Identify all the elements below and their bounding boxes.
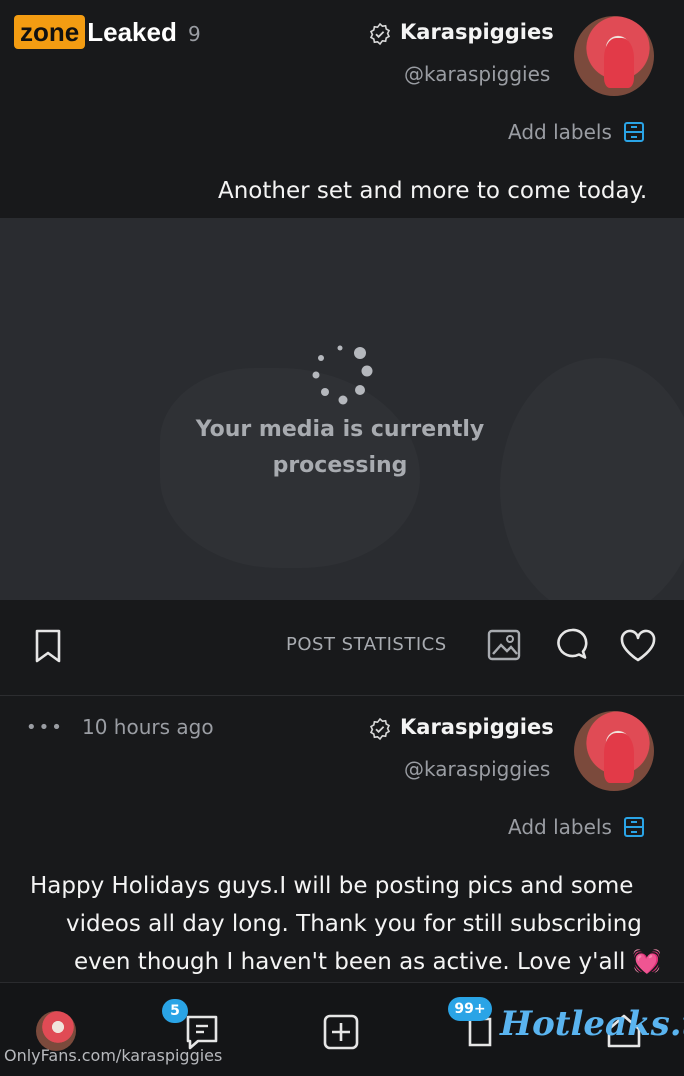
comment-icon[interactable] bbox=[554, 626, 590, 664]
add-labels-button[interactable]: Add labels bbox=[508, 120, 646, 144]
creator-name[interactable]: Karaspiggies bbox=[400, 20, 554, 44]
messages-badge: 5 bbox=[162, 999, 188, 1023]
creator-handle[interactable]: @karaspiggies bbox=[404, 757, 550, 781]
post-time: 10 hours ago bbox=[82, 715, 214, 739]
creator-handle[interactable]: @karaspiggies bbox=[404, 62, 550, 86]
processing-line-1: Your media is currently bbox=[195, 417, 485, 442]
leakedzone-watermark: zone Leaked bbox=[14, 14, 177, 50]
post-text-line-1: Happy Holidays guys.I will be posting pi… bbox=[30, 873, 634, 899]
like-heart-icon[interactable] bbox=[618, 628, 658, 664]
notifications-badge: 99+ bbox=[448, 997, 492, 1021]
watermark-part: Leaked bbox=[87, 16, 177, 47]
verified-icon bbox=[369, 717, 391, 741]
profile-avatar-nav[interactable] bbox=[36, 1011, 76, 1051]
post-text: Another set and more to come today. bbox=[218, 178, 648, 204]
labels-icon bbox=[623, 817, 644, 837]
image-stats-icon[interactable] bbox=[486, 628, 522, 662]
add-labels-text: Add labels bbox=[508, 815, 612, 839]
processing-line-2: processing bbox=[272, 453, 408, 478]
media-bg-shape bbox=[500, 358, 684, 600]
more-options-button[interactable]: ••• bbox=[26, 717, 64, 738]
labels-icon bbox=[623, 122, 644, 142]
post-text-line-3: even though I haven't been as active. Lo… bbox=[74, 949, 662, 975]
loading-spinner-icon bbox=[312, 345, 373, 405]
creator-name[interactable]: Karaspiggies bbox=[400, 715, 554, 739]
processing-message: Your media is currently processing bbox=[190, 412, 490, 484]
bookmark-icon[interactable] bbox=[32, 628, 64, 664]
add-labels-button[interactable]: Add labels bbox=[508, 815, 646, 839]
verified-icon bbox=[369, 22, 391, 46]
hotleaks-watermark: Hotleaks.tv bbox=[500, 1004, 684, 1044]
post-statistics-button[interactable]: POST STATISTICS bbox=[286, 634, 447, 655]
avatar[interactable] bbox=[574, 16, 654, 96]
onlyfans-url-watermark: OnlyFans.com/karaspiggies bbox=[4, 1046, 223, 1065]
post-2: Karaspiggies 10 hours ago ••• @karaspigg… bbox=[0, 697, 684, 982]
watermark-part: zone bbox=[14, 15, 86, 49]
post-text-line-2: videos all day long. Thank you for still… bbox=[66, 911, 642, 937]
avatar[interactable] bbox=[574, 711, 654, 791]
add-post-icon[interactable] bbox=[322, 1013, 360, 1051]
add-labels-text: Add labels bbox=[508, 120, 612, 144]
post-actions-bar: POST STATISTICS bbox=[0, 600, 684, 696]
post-time: 9 bbox=[188, 22, 201, 46]
